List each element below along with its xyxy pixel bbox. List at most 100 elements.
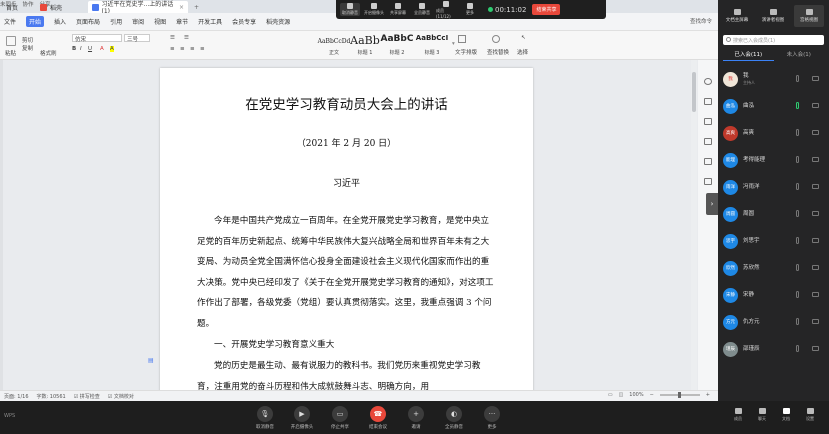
side-tool-format-icon[interactable] (704, 138, 712, 145)
side-tool-review-icon[interactable] (704, 158, 712, 165)
menu-view[interactable]: 视图 (154, 17, 166, 26)
menu-resources[interactable]: 稻壳资源 (266, 17, 290, 26)
members-button[interactable]: 成员(11/12) (436, 0, 456, 19)
style-normal[interactable]: AaBbCcDd 正文 (318, 34, 351, 56)
side-tool-shape-icon[interactable] (704, 118, 712, 125)
tab-home[interactable]: 首页 (2, 1, 32, 13)
member-item[interactable]: 周圆 周圆 (723, 203, 823, 225)
justify-icon[interactable]: ≡ (200, 46, 205, 52)
menu-review[interactable]: 审阅 (132, 17, 144, 26)
panel-members-button[interactable]: 成员 (728, 408, 748, 422)
member-item[interactable]: 瑾辰 邵瑾辰 (723, 338, 823, 360)
align-center-icon[interactable]: ≡ (180, 46, 185, 52)
tab-joined[interactable]: 已入会(11) (723, 50, 774, 61)
member-item[interactable]: 能理 考得能理 (723, 149, 823, 171)
mic-muted-icon[interactable] (796, 183, 799, 190)
new-tab-icon[interactable]: + (190, 1, 200, 13)
scroll-thumb[interactable] (692, 72, 696, 112)
zoom-in-icon[interactable]: + (706, 392, 710, 398)
camera-off-icon[interactable] (812, 238, 819, 243)
spell-check-toggle[interactable]: ☑ 拼写检查 (74, 393, 100, 400)
zoom-slider[interactable] (659, 392, 700, 398)
mic-muted-icon[interactable] (796, 264, 799, 271)
align-right-icon[interactable]: ≡ (190, 46, 195, 52)
menu-file[interactable]: 文件 (4, 17, 16, 26)
mic-muted-icon[interactable] (796, 75, 799, 82)
camera-off-icon[interactable] (812, 184, 819, 189)
invite-button[interactable]: + 邀请 (401, 406, 431, 430)
mic-muted-icon[interactable] (796, 129, 799, 136)
camera-off-icon[interactable] (812, 103, 819, 108)
mic-muted-icon[interactable] (796, 291, 799, 298)
camera-off-icon[interactable] (812, 346, 819, 351)
zoom-knob[interactable] (677, 392, 681, 398)
menu-home[interactable]: 开始 (26, 16, 45, 27)
find-command[interactable]: 查找命令 (690, 17, 712, 25)
end-meeting-button[interactable]: ☎ 结束会议 (363, 406, 393, 430)
camera-off-icon[interactable] (812, 157, 819, 162)
bottom-mute-all-button[interactable]: ◐ 全员静音 (439, 406, 469, 430)
panel-doc-button[interactable]: 文档 (776, 408, 796, 422)
paragraph-marker-icon[interactable]: ▤ (148, 357, 154, 364)
styles-expand-icon[interactable]: ▾ (452, 41, 455, 47)
mic-muted-icon[interactable] (796, 237, 799, 244)
grid-view-button[interactable]: 宫格视图 (794, 5, 824, 27)
document-page[interactable]: 在党史学习教育动员大会上的讲话 （2021 年 2 月 20 日） 习近平 今年… (160, 68, 533, 390)
speaker-view-button[interactable]: 演讲者视图 (758, 5, 788, 27)
end-share-button[interactable]: 结束共享 (532, 4, 561, 15)
side-tool-layout-icon[interactable] (704, 178, 712, 185)
style-heading-2[interactable]: AaBbC 标题 2 (380, 34, 414, 56)
camera-off-icon[interactable] (812, 211, 819, 216)
font-color-icon[interactable]: A (100, 46, 104, 52)
panel-chat-button[interactable]: 聊天 (752, 408, 772, 422)
tab-docer[interactable]: 稻壳 (36, 1, 80, 13)
doc-compare-toggle[interactable]: ☑ 文档校对 (108, 393, 134, 400)
member-item[interactable]: 雨洋 冯雨洋 (723, 176, 823, 198)
mic-muted-icon[interactable] (796, 210, 799, 217)
member-item[interactable]: 曲泓 曲泓 (723, 95, 823, 117)
mic-muted-icon[interactable] (796, 318, 799, 325)
close-tab-icon[interactable]: × (179, 4, 184, 11)
panel-settings-button[interactable]: 设置 (800, 408, 820, 422)
underline-icon[interactable]: U (88, 46, 92, 52)
camera-off-icon[interactable] (812, 292, 819, 297)
paste-icon[interactable] (6, 36, 16, 46)
member-search-input[interactable]: 搜索已入会成员(1) (723, 35, 824, 45)
menu-developer[interactable]: 开发工具 (198, 17, 222, 26)
camera-off-icon[interactable] (812, 265, 819, 270)
italic-icon[interactable]: I (80, 46, 82, 52)
side-tool-select-icon[interactable] (704, 98, 712, 105)
style-heading-1[interactable]: AaBb 标题 1 (350, 34, 380, 56)
copy-button[interactable]: 复制 (22, 44, 33, 52)
text-layout-button[interactable]: 文字排版 (455, 48, 477, 56)
select-button[interactable]: 选择 (517, 48, 528, 56)
menu-insert[interactable]: 插入 (54, 17, 66, 26)
collapse-panel-icon[interactable]: › (706, 193, 718, 215)
menu-member[interactable]: 会员专享 (232, 17, 256, 26)
share-screen-button[interactable]: 共享屏幕 (388, 3, 408, 16)
highlight-icon[interactable]: A (110, 46, 114, 52)
web-view-icon[interactable]: ◫ (619, 392, 624, 398)
find-replace-button[interactable]: 查找替换 (487, 48, 509, 56)
tab-not-joined[interactable]: 未入会(1) (774, 50, 825, 61)
zoom-level[interactable]: 100% (629, 392, 643, 398)
member-item[interactable]: 思宇 刘思宇 (723, 230, 823, 252)
mute-all-button[interactable]: 全员静音 (412, 3, 432, 16)
mic-muted-icon[interactable] (796, 156, 799, 163)
mic-active-icon[interactable] (796, 102, 799, 109)
bottom-more-button[interactable]: ··· 更多 (477, 406, 507, 430)
font-name-select[interactable]: 仿宋 (72, 34, 122, 43)
word-count[interactable]: 字数: 10561 (37, 393, 66, 400)
cut-button[interactable]: 剪切 (22, 36, 33, 44)
more-button[interactable]: 更多 (460, 3, 480, 16)
menu-layout[interactable]: 页面布局 (76, 17, 100, 26)
numbered-list-icon[interactable]: ☰ (184, 35, 189, 41)
page-indicator[interactable]: 页面: 1/16 (4, 393, 29, 400)
tab-document[interactable]: 习近平在党史学...上的讲话(1) × (88, 1, 188, 15)
member-item[interactable]: 我我主持人 (723, 68, 823, 90)
camera-off-icon[interactable] (812, 130, 819, 135)
menu-section[interactable]: 章节 (176, 17, 188, 26)
font-size-select[interactable]: 三号 (124, 34, 150, 43)
bottom-unmute-button[interactable]: 🎙 取消静音 (250, 406, 280, 430)
mic-muted-icon[interactable] (796, 345, 799, 352)
